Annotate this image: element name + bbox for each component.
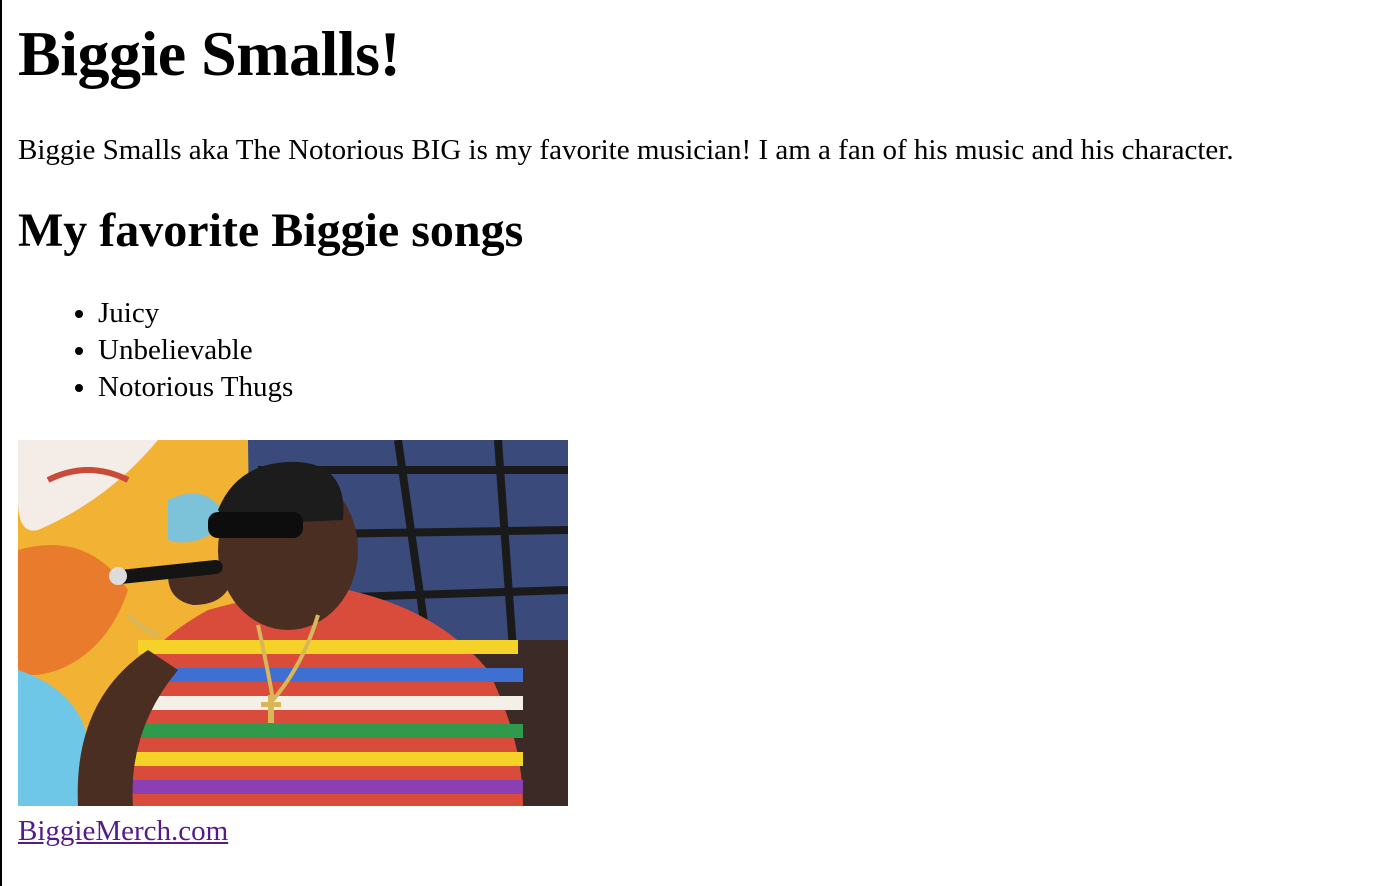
page-title: Biggie Smalls! — [18, 18, 401, 89]
biggie-photo — [18, 439, 568, 806]
list-item: Juicy — [98, 295, 1378, 332]
merch-link[interactable]: BiggieMerch.com — [18, 816, 228, 846]
window-left-border — [0, 0, 2, 886]
songs-heading: My favorite Biggie songs — [18, 203, 524, 257]
songs-list: Juicy Unbelievable Notorious Thugs — [18, 295, 1378, 406]
list-item: Unbelievable — [98, 332, 1378, 369]
list-item: Notorious Thugs — [98, 369, 1378, 406]
intro-paragraph: Biggie Smalls aka The Notorious BIG is m… — [18, 134, 1234, 166]
page-content: Biggie Smalls! Biggie Smalls aka The Not… — [18, 0, 1378, 846]
